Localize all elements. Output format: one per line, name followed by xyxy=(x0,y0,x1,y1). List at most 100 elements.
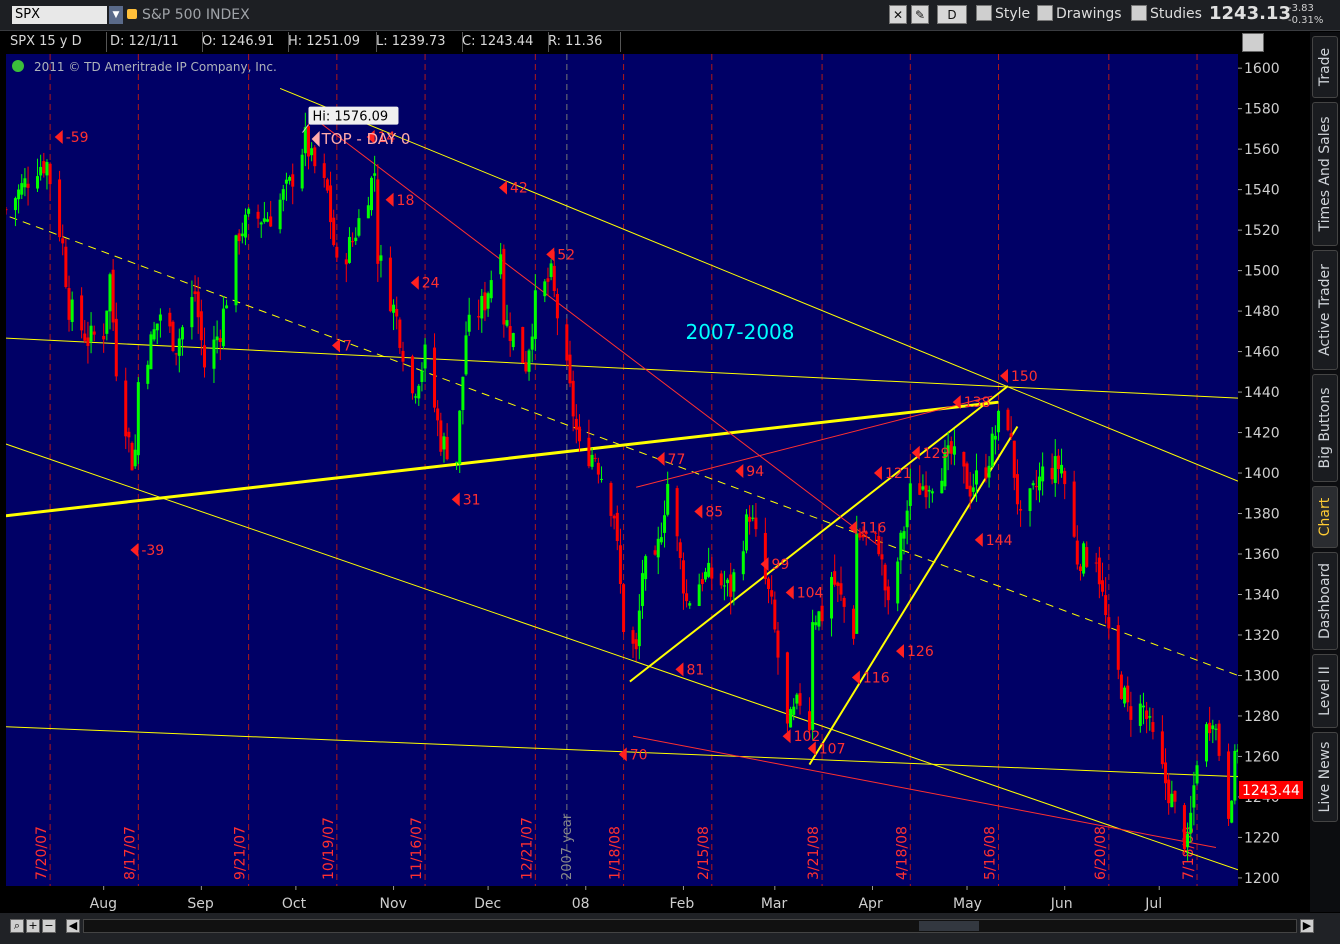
candle-body xyxy=(392,304,396,313)
candle-body xyxy=(111,269,115,323)
horizontal-scrollbar[interactable] xyxy=(83,919,1297,933)
bar-high: H: 1251.09 xyxy=(284,32,377,52)
zoom-icon[interactable]: ⌕ xyxy=(10,919,24,933)
price-chart[interactable]: 7/20/07 8/17/07 9/21/07 10/19/07 11/16/07 12/… xyxy=(0,0,1340,944)
candle-body xyxy=(1028,488,1032,512)
drawings-menu[interactable]: Drawings xyxy=(1037,5,1122,24)
tab-trade[interactable]: Trade xyxy=(1312,36,1338,98)
candle-body xyxy=(310,148,314,156)
day-marker-label: -59 xyxy=(66,130,89,146)
candle-body xyxy=(480,295,484,319)
candle-body xyxy=(622,584,626,633)
candle-body xyxy=(795,694,799,704)
x-tick-label: Feb xyxy=(669,896,694,912)
candle-body xyxy=(549,263,553,278)
cursor-tool-icon[interactable]: ✕ xyxy=(889,5,907,24)
chart-settings-icon[interactable] xyxy=(1242,33,1264,52)
x-tick-label: Apr xyxy=(858,896,882,912)
candle-body xyxy=(335,246,339,258)
candle-body xyxy=(952,446,956,455)
candle-body xyxy=(659,537,663,543)
candle-body xyxy=(329,185,333,223)
candle-body xyxy=(1214,728,1218,730)
candle-body xyxy=(234,235,238,306)
candle-body xyxy=(196,291,200,318)
day-marker-label: 126 xyxy=(907,644,934,660)
studies-icon xyxy=(1131,5,1147,21)
candle-body xyxy=(1012,440,1016,478)
scroll-left-icon[interactable]: ◀ xyxy=(66,919,80,933)
candle-body xyxy=(590,454,594,467)
symbol-dropdown-button[interactable]: ▼ xyxy=(109,6,123,24)
candle-body xyxy=(1097,557,1101,585)
tab-live-news[interactable]: Live News xyxy=(1312,732,1338,822)
candle-body xyxy=(439,420,443,452)
candle-body xyxy=(458,410,462,464)
candle-body xyxy=(1145,710,1149,720)
x-tick-label: Nov xyxy=(380,896,407,912)
candle-body xyxy=(930,491,934,494)
candle-body xyxy=(678,542,682,558)
candle-body xyxy=(637,610,641,647)
info-icon[interactable] xyxy=(12,60,24,72)
candle-body xyxy=(609,483,613,516)
candle-body xyxy=(17,189,21,200)
chart-symbol-label[interactable]: SPX 15 y D xyxy=(6,32,107,52)
scroll-right-icon[interactable]: ▶ xyxy=(1300,919,1314,933)
period-button[interactable]: D xyxy=(937,5,967,24)
studies-menu[interactable]: Studies xyxy=(1131,5,1202,24)
candle-body xyxy=(1195,765,1199,784)
candle-body xyxy=(445,436,449,460)
candle-body xyxy=(1019,509,1023,511)
candle-body xyxy=(92,331,96,335)
candle-body xyxy=(593,457,597,459)
y-tick-label: 1600 xyxy=(1244,61,1280,77)
last-price: 1243.13 xyxy=(1209,3,1291,24)
tab-dashboard[interactable]: Dashboard xyxy=(1312,552,1338,650)
candle-body xyxy=(291,174,295,187)
year-marker-label: 2007 year xyxy=(560,813,575,880)
tab-chart[interactable]: Chart xyxy=(1312,486,1338,548)
candle-body xyxy=(640,573,644,607)
pencil-tool-icon[interactable]: ✎ xyxy=(911,5,929,24)
candle-body xyxy=(521,326,525,363)
date-marker-label: 7/20/07 xyxy=(34,826,50,880)
candle-body xyxy=(1006,409,1010,431)
candle-body xyxy=(80,295,84,331)
bar-range: R: 11.36 xyxy=(544,32,621,52)
candle-body xyxy=(767,578,771,589)
candle-body xyxy=(401,350,405,362)
tab-times-and-sales[interactable]: Times And Sales xyxy=(1312,102,1338,246)
scroll-thumb[interactable] xyxy=(919,921,979,931)
tab-level-ii[interactable]: Level II xyxy=(1312,654,1338,728)
candle-body xyxy=(6,209,8,211)
tab-label: Chart xyxy=(1317,497,1333,537)
bar-close: C: 1243.44 xyxy=(458,32,549,52)
candle-body xyxy=(990,433,994,467)
candle-body xyxy=(102,335,106,340)
zoom-out-icon[interactable]: − xyxy=(42,919,56,933)
x-tick-label: May xyxy=(953,896,982,912)
candle-body xyxy=(596,462,600,475)
candle-body xyxy=(836,582,840,586)
candle-body xyxy=(67,288,71,320)
symbol-input[interactable]: SPX xyxy=(12,6,107,24)
candle-body xyxy=(751,517,755,519)
y-tick-label: 1300 xyxy=(1244,668,1280,684)
tab-big-buttons[interactable]: Big Buttons xyxy=(1312,374,1338,482)
tab-active-trader[interactable]: Active Trader xyxy=(1312,250,1338,370)
symbol-info-icon[interactable] xyxy=(127,9,137,19)
candle-body xyxy=(773,599,777,630)
day-marker-label: 77 xyxy=(668,452,686,468)
candle-body xyxy=(1078,566,1082,571)
style-menu[interactable]: Style xyxy=(976,5,1030,24)
day-marker-label: 7 xyxy=(343,339,352,355)
candle-body xyxy=(1192,785,1196,808)
candle-body xyxy=(149,334,153,370)
candle-body xyxy=(524,362,528,372)
zoom-in-icon[interactable]: + xyxy=(26,919,40,933)
tab-label: Trade xyxy=(1317,47,1333,87)
candle-body xyxy=(1167,779,1171,804)
candle-body xyxy=(880,554,884,560)
candle-body xyxy=(726,579,730,584)
